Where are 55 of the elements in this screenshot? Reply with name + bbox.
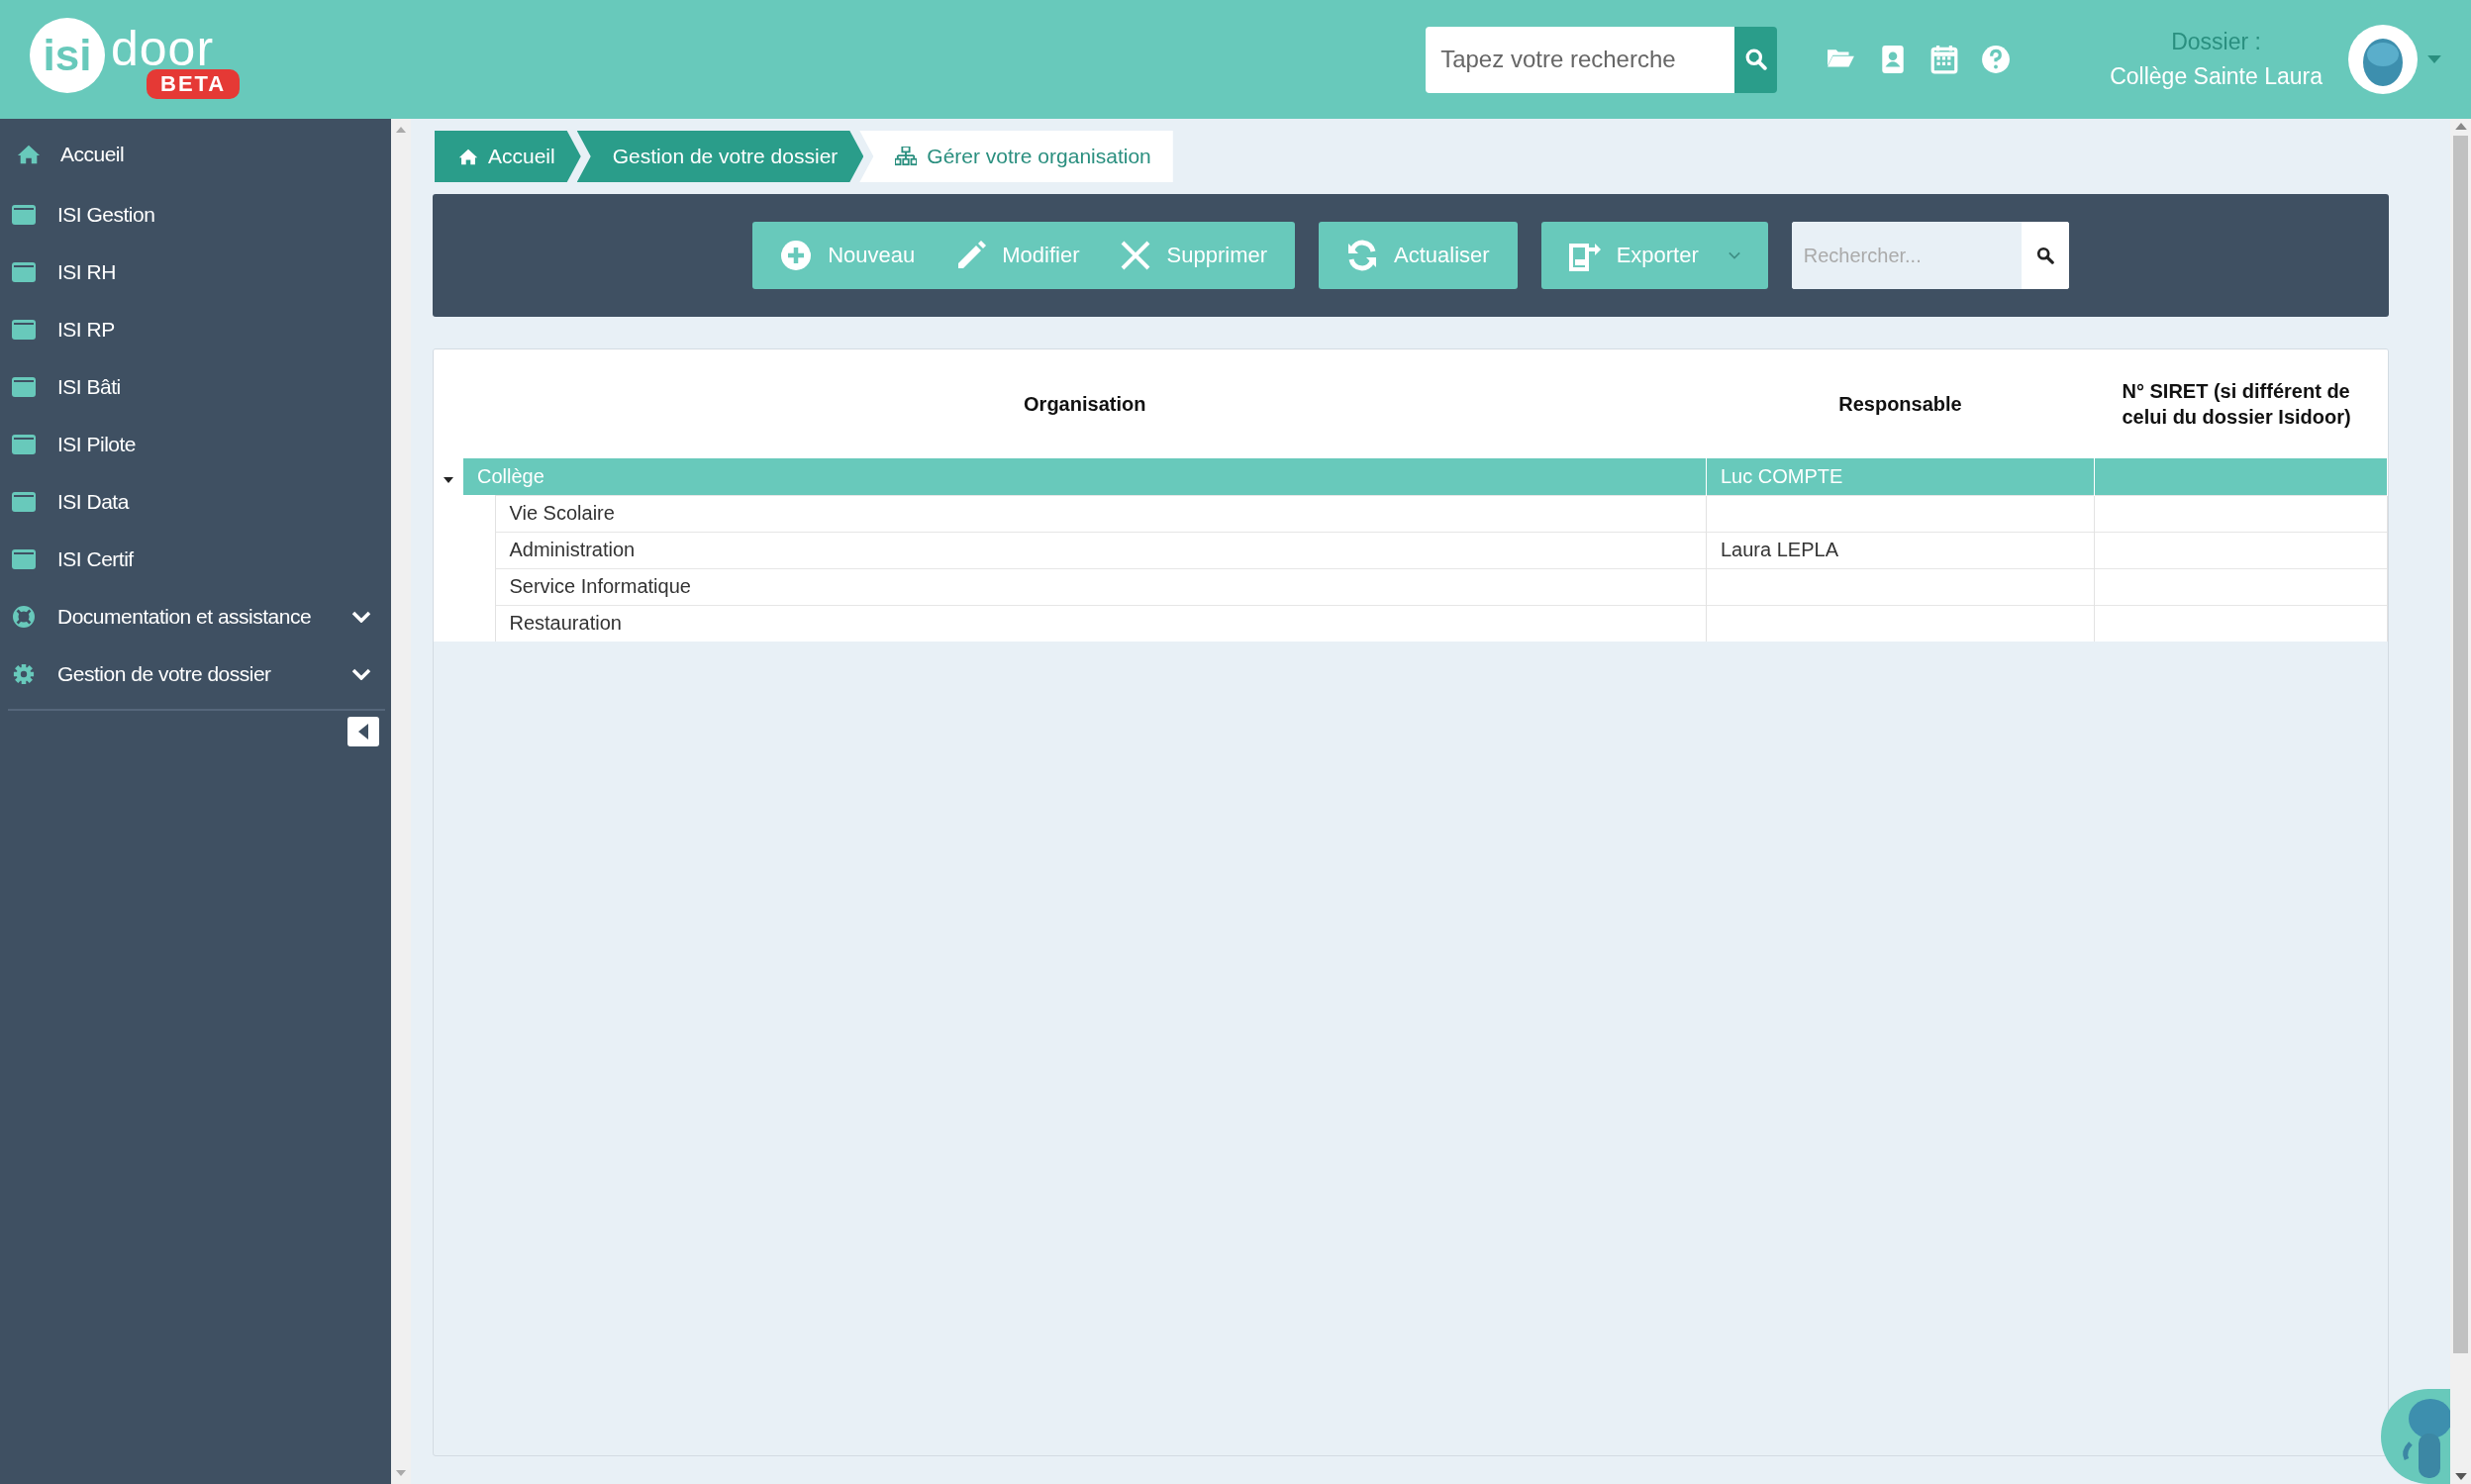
sidebar-item[interactable]: ISI RH — [0, 244, 391, 301]
arrow-up-icon[interactable] — [396, 127, 406, 133]
sitemap-icon — [895, 147, 918, 166]
logo[interactable]: isi door BETA — [30, 14, 253, 105]
table-cell: Administration — [509, 539, 636, 560]
column-header[interactable]: Organisation — [464, 391, 1706, 417]
calendar-icon[interactable] — [1929, 45, 1960, 74]
window-icon — [12, 204, 36, 226]
scrollbar[interactable] — [2450, 119, 2471, 1484]
dossier-name: Collège Sainte Laura — [2110, 63, 2323, 90]
table-cell: Laura LEPLA — [1721, 539, 1838, 560]
window-icon — [12, 376, 36, 398]
sidebar-item[interactable]: Gestion de votre dossier — [0, 645, 391, 703]
avatar-icon[interactable] — [2348, 25, 2418, 94]
sidebar-item[interactable]: ISI Bâti — [0, 358, 391, 416]
sidebar-item[interactable]: ISI Pilote — [0, 416, 391, 473]
arrow-up-icon[interactable] — [2454, 123, 2467, 130]
window-icon — [12, 261, 36, 283]
close-icon — [1119, 240, 1151, 271]
breadcrumb-item[interactable]: Gérer votre organisation — [859, 131, 1173, 182]
sidebar-item[interactable]: Accueil — [0, 123, 391, 186]
table-cell: Restauration — [509, 612, 622, 635]
sidebar-item[interactable]: Documentation et assistance — [0, 588, 391, 645]
arrow-down-icon[interactable] — [2454, 1473, 2467, 1480]
refresh-icon — [1346, 240, 1379, 271]
column-header[interactable]: N° SIRET (si différent de celui du dossier Isidoor) — [2122, 378, 2374, 430]
table-cell: Luc COMPTE — [1721, 464, 1843, 487]
table-cell: Service Informatique — [509, 575, 691, 597]
sidebar-item[interactable]: ISI Data — [0, 473, 391, 531]
search-icon — [2035, 247, 2054, 264]
plus-icon — [780, 240, 813, 271]
home-icon — [17, 144, 41, 165]
home-icon — [458, 148, 478, 165]
table-cell: Vie Scolaire — [509, 502, 615, 524]
chat-bot-button[interactable] — [2381, 1389, 2450, 1484]
sidebar-item[interactable]: ISI RP — [0, 301, 391, 358]
caret-icon[interactable] — [2427, 55, 2441, 63]
expand-toggle-icon[interactable] — [444, 477, 453, 483]
help-icon[interactable] — [1981, 45, 2012, 74]
window-icon — [12, 548, 36, 570]
window-icon — [12, 491, 36, 513]
caret-icon — [358, 724, 368, 740]
collapse-button[interactable] — [347, 717, 379, 746]
window-icon — [12, 434, 36, 455]
table-cell: Collège — [477, 464, 544, 487]
scrollbar[interactable] — [391, 119, 411, 1484]
search-icon — [1744, 49, 1767, 70]
sidebar-item[interactable]: ISI Gestion — [0, 186, 391, 244]
dossier-label: Dossier : — [2171, 29, 2261, 55]
column-header[interactable]: Responsable — [1707, 391, 2094, 417]
lifebuoy-icon — [12, 606, 36, 628]
search-field[interactable]: Rechercher... — [1791, 222, 2069, 289]
sidebar-item[interactable]: ISI Certif — [0, 531, 391, 588]
window-icon — [12, 319, 36, 341]
gear-icon — [12, 663, 36, 685]
